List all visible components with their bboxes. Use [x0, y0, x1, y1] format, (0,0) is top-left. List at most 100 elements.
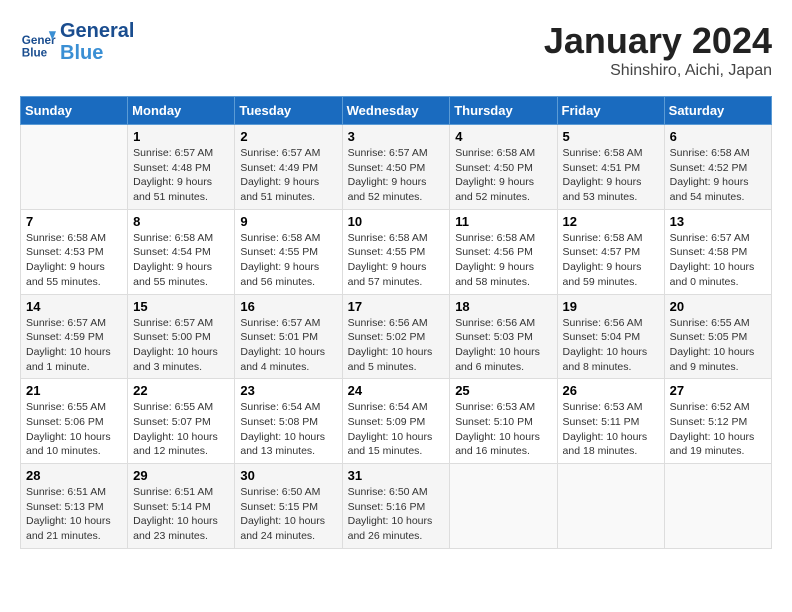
day-number: 10 [348, 214, 445, 229]
calendar-cell: 4Sunrise: 6:58 AMSunset: 4:50 PMDaylight… [450, 125, 557, 210]
day-info: Sunrise: 6:57 AMSunset: 4:48 PMDaylight:… [133, 146, 229, 205]
calendar-cell: 17 Sunrise: 6:56 AMSunset: 5:02 PMDayligh… [342, 294, 450, 379]
day-info: Sunrise: 6:58 AMSunset: 4:51 PMDaylight:… [563, 146, 659, 205]
calendar-cell: 24 Sunrise: 6:54 AMSunset: 5:09 PMDayligh… [342, 379, 450, 464]
day-number: 24 [348, 383, 445, 398]
day-info: Sunrise: 6:53 AMSunset: 5:11 PMDaylight:… [563, 400, 659, 459]
calendar-cell: 29 Sunrise: 6:51 AMSunset: 5:14 PMDayligh… [128, 464, 235, 549]
day-number: 25 [455, 383, 551, 398]
day-number: 9 [240, 214, 336, 229]
calendar-cell: 31 Sunrise: 6:50 AMSunset: 5:16 PMDayligh… [342, 464, 450, 549]
day-info: Sunrise: 6:52 AMSunset: 5:12 PMDaylight:… [670, 400, 766, 459]
calendar-cell: 12 Sunrise: 6:58 AMSunset: 4:57 PMDayligh… [557, 209, 664, 294]
day-info: Sunrise: 6:57 AMSunset: 4:59 PMDaylight:… [26, 316, 122, 375]
month-title: January 2024 [544, 20, 772, 62]
calendar-week-1: 1 Sunrise: 6:57 AMSunset: 4:48 PMDaylight… [21, 125, 772, 210]
day-number: 16 [240, 299, 336, 314]
calendar-cell: 15Sunrise: 6:57 AMSunset: 5:00 PMDayligh… [128, 294, 235, 379]
day-info: Sunrise: 6:56 AMSunset: 5:02 PMDaylight:… [348, 316, 445, 375]
day-info: Sunrise: 6:58 AMSunset: 4:57 PMDaylight:… [563, 231, 659, 290]
column-header-wednesday: Wednesday [342, 97, 450, 125]
day-info: Sunrise: 6:57 AMSunset: 4:58 PMDaylight:… [670, 231, 766, 290]
day-info: Sunrise: 6:55 AMSunset: 5:05 PMDaylight:… [670, 316, 766, 375]
day-number: 5 [563, 129, 659, 144]
day-number: 17 [348, 299, 445, 314]
calendar-cell: 26 Sunrise: 6:53 AMSunset: 5:11 PMDayligh… [557, 379, 664, 464]
day-number: 7 [26, 214, 122, 229]
calendar-cell: 20 Sunrise: 6:55 AMSunset: 5:05 PMDayligh… [664, 294, 771, 379]
day-info: Sunrise: 6:51 AMSunset: 5:14 PMDaylight:… [133, 485, 229, 544]
calendar-cell: 18 Sunrise: 6:56 AMSunset: 5:03 PMDayligh… [450, 294, 557, 379]
calendar-cell [21, 125, 128, 210]
day-number: 12 [563, 214, 659, 229]
calendar-cell: 21Sunrise: 6:55 AMSunset: 5:06 PMDayligh… [21, 379, 128, 464]
day-number: 1 [133, 129, 229, 144]
day-info: Sunrise: 6:54 AMSunset: 5:08 PMDaylight:… [240, 400, 336, 459]
calendar-cell: 9 Sunrise: 6:58 AMSunset: 4:55 PMDaylight… [235, 209, 342, 294]
calendar-cell: 8 Sunrise: 6:58 AMSunset: 4:54 PMDaylight… [128, 209, 235, 294]
calendar-week-4: 21Sunrise: 6:55 AMSunset: 5:06 PMDayligh… [21, 379, 772, 464]
day-info: Sunrise: 6:53 AMSunset: 5:10 PMDaylight:… [455, 400, 551, 459]
day-number: 13 [670, 214, 766, 229]
calendar-week-5: 28 Sunrise: 6:51 AMSunset: 5:13 PMDayligh… [21, 464, 772, 549]
calendar-header-row: SundayMondayTuesdayWednesdayThursdayFrid… [21, 97, 772, 125]
column-header-thursday: Thursday [450, 97, 557, 125]
calendar-cell [450, 464, 557, 549]
calendar-cell: 7Sunrise: 6:58 AMSunset: 4:53 PMDaylight… [21, 209, 128, 294]
logo-icon: General Blue [20, 24, 56, 60]
day-info: Sunrise: 6:51 AMSunset: 5:13 PMDaylight:… [26, 485, 122, 544]
calendar-cell: 16 Sunrise: 6:57 AMSunset: 5:01 PMDayligh… [235, 294, 342, 379]
day-info: Sunrise: 6:58 AMSunset: 4:55 PMDaylight:… [348, 231, 445, 290]
day-number: 28 [26, 468, 122, 483]
calendar-cell: 5 Sunrise: 6:58 AMSunset: 4:51 PMDaylight… [557, 125, 664, 210]
day-number: 2 [240, 129, 336, 144]
logo: General Blue General Blue [20, 20, 134, 64]
day-number: 30 [240, 468, 336, 483]
location-subtitle: Shinshiro, Aichi, Japan [544, 62, 772, 80]
calendar-cell: 14 Sunrise: 6:57 AMSunset: 4:59 PMDayligh… [21, 294, 128, 379]
logo-blue: Blue [60, 42, 134, 64]
day-info: Sunrise: 6:57 AMSunset: 4:49 PMDaylight:… [240, 146, 336, 205]
calendar-week-2: 7Sunrise: 6:58 AMSunset: 4:53 PMDaylight… [21, 209, 772, 294]
day-info: Sunrise: 6:56 AMSunset: 5:03 PMDaylight:… [455, 316, 551, 375]
calendar-cell: 28 Sunrise: 6:51 AMSunset: 5:13 PMDayligh… [21, 464, 128, 549]
calendar-cell: 2 Sunrise: 6:57 AMSunset: 4:49 PMDaylight… [235, 125, 342, 210]
day-number: 11 [455, 214, 551, 229]
day-number: 20 [670, 299, 766, 314]
day-info: Sunrise: 6:58 AMSunset: 4:54 PMDaylight:… [133, 231, 229, 290]
calendar-cell: 23 Sunrise: 6:54 AMSunset: 5:08 PMDayligh… [235, 379, 342, 464]
day-number: 14 [26, 299, 122, 314]
day-number: 22 [133, 383, 229, 398]
calendar-cell: 19 Sunrise: 6:56 AMSunset: 5:04 PMDayligh… [557, 294, 664, 379]
day-info: Sunrise: 6:55 AMSunset: 5:06 PMDaylight:… [26, 400, 122, 459]
calendar-cell: 3 Sunrise: 6:57 AMSunset: 4:50 PMDaylight… [342, 125, 450, 210]
day-number: 8 [133, 214, 229, 229]
day-info: Sunrise: 6:56 AMSunset: 5:04 PMDaylight:… [563, 316, 659, 375]
day-info: Sunrise: 6:57 AMSunset: 5:01 PMDaylight:… [240, 316, 336, 375]
calendar-cell: 6Sunrise: 6:58 AMSunset: 4:52 PMDaylight… [664, 125, 771, 210]
column-header-friday: Friday [557, 97, 664, 125]
day-info: Sunrise: 6:58 AMSunset: 4:55 PMDaylight:… [240, 231, 336, 290]
day-info: Sunrise: 6:57 AMSunset: 4:50 PMDaylight:… [348, 146, 445, 205]
day-info: Sunrise: 6:54 AMSunset: 5:09 PMDaylight:… [348, 400, 445, 459]
day-info: Sunrise: 6:58 AMSunset: 4:56 PMDaylight:… [455, 231, 551, 290]
calendar-cell: 30 Sunrise: 6:50 AMSunset: 5:15 PMDayligh… [235, 464, 342, 549]
day-info: Sunrise: 6:50 AMSunset: 5:16 PMDaylight:… [348, 485, 445, 544]
day-number: 3 [348, 129, 445, 144]
day-number: 29 [133, 468, 229, 483]
calendar-cell: 10 Sunrise: 6:58 AMSunset: 4:55 PMDayligh… [342, 209, 450, 294]
day-info: Sunrise: 6:50 AMSunset: 5:15 PMDaylight:… [240, 485, 336, 544]
day-number: 19 [563, 299, 659, 314]
calendar-cell: 27Sunrise: 6:52 AMSunset: 5:12 PMDayligh… [664, 379, 771, 464]
day-number: 23 [240, 383, 336, 398]
calendar-cell: 25 Sunrise: 6:53 AMSunset: 5:10 PMDayligh… [450, 379, 557, 464]
column-header-saturday: Saturday [664, 97, 771, 125]
column-header-sunday: Sunday [21, 97, 128, 125]
calendar-table: SundayMondayTuesdayWednesdayThursdayFrid… [20, 96, 772, 549]
day-number: 18 [455, 299, 551, 314]
calendar-cell: 22Sunrise: 6:55 AMSunset: 5:07 PMDayligh… [128, 379, 235, 464]
day-number: 31 [348, 468, 445, 483]
day-number: 26 [563, 383, 659, 398]
title-section: January 2024 Shinshiro, Aichi, Japan [544, 20, 772, 80]
calendar-cell: 1 Sunrise: 6:57 AMSunset: 4:48 PMDaylight… [128, 125, 235, 210]
